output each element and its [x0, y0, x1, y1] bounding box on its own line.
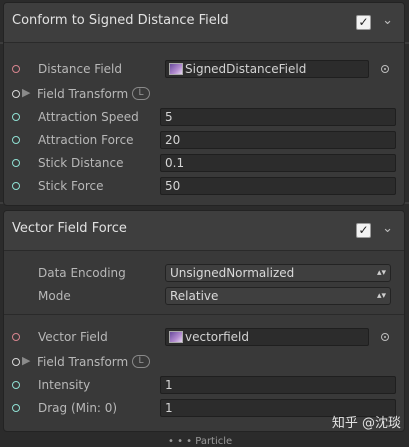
property-row-field-transform: ▶ Field Transform L: [4, 84, 404, 106]
block-title: Conform to Signed Distance Field: [12, 13, 229, 28]
distance-field-object-field[interactable]: SignedDistanceField: [165, 60, 369, 78]
property-label: Intensity: [38, 378, 91, 392]
dropdown-value: UnsignedNormalized: [170, 266, 295, 280]
property-label: Field Transform: [37, 87, 129, 101]
attraction-speed-input[interactable]: 5: [160, 108, 396, 126]
property-row-field-transform: ▶ Field Transform L: [4, 352, 404, 374]
enable-checkbox[interactable]: ✓: [356, 223, 371, 238]
vector-field-force-block[interactable]: Vector Field Force ✓ ⌄ Data Encoding Uns…: [3, 210, 405, 432]
input-port-icon[interactable]: [12, 358, 20, 366]
property-row-intensity: Intensity 1: [4, 375, 404, 397]
property-row-vector-field: Vector Field vectorfield: [4, 327, 404, 349]
local-space-badge[interactable]: L: [132, 87, 150, 100]
enable-checkbox[interactable]: ✓: [356, 15, 371, 30]
chevron-down-icon[interactable]: ⌄: [382, 221, 393, 236]
input-port-icon[interactable]: [12, 381, 20, 389]
watermark: 知乎 @沈琰: [331, 416, 401, 431]
setting-label: Mode: [38, 289, 71, 303]
property-row-stick-distance: Stick Distance 0.1: [4, 153, 404, 175]
property-label: Vector Field: [38, 330, 108, 344]
object-picker-icon[interactable]: [381, 65, 389, 73]
property-label: Stick Force: [38, 179, 104, 193]
stick-distance-input[interactable]: 0.1: [160, 154, 396, 172]
setting-row-data-encoding: Data Encoding UnsignedNormalized ▴▾: [4, 263, 404, 285]
input-port-icon[interactable]: [12, 65, 20, 73]
attraction-force-input[interactable]: 20: [160, 131, 396, 149]
local-space-badge[interactable]: L: [132, 355, 150, 368]
input-port-icon[interactable]: [12, 182, 20, 190]
setting-row-mode: Mode Relative ▴▾: [4, 286, 404, 308]
property-label: Attraction Force: [38, 133, 134, 147]
mode-dropdown[interactable]: Relative ▴▾: [165, 287, 391, 305]
chevron-down-icon[interactable]: ⌄: [382, 13, 393, 28]
input-port-icon[interactable]: [12, 404, 20, 412]
data-encoding-dropdown[interactable]: UnsignedNormalized ▴▾: [165, 264, 391, 282]
object-field-value: vectorfield: [185, 330, 249, 344]
input-port-icon[interactable]: [12, 159, 20, 167]
texture-icon: [169, 330, 183, 343]
property-label: Attraction Speed: [38, 110, 139, 124]
intensity-input[interactable]: 1: [160, 376, 396, 394]
input-port-icon[interactable]: [12, 136, 20, 144]
conform-sdf-block[interactable]: Conform to Signed Distance Field ✓ ⌄ Dis…: [3, 2, 405, 206]
property-row-attraction-speed: Attraction Speed 5: [4, 107, 404, 129]
property-row-distance-field: Distance Field SignedDistanceField: [4, 59, 404, 81]
object-field-value: SignedDistanceField: [185, 62, 307, 76]
object-picker-icon[interactable]: [381, 333, 389, 341]
expand-arrow-icon[interactable]: ▶: [22, 86, 30, 99]
section-divider: [4, 314, 404, 315]
property-label: Field Transform: [37, 355, 129, 369]
expand-arrow-icon[interactable]: ▶: [22, 354, 30, 367]
dropdown-arrows-icon: ▴▾: [376, 291, 386, 301]
property-label: Distance Field: [38, 62, 122, 76]
texture-icon: [169, 62, 183, 75]
input-port-icon[interactable]: [12, 113, 20, 121]
property-row-stick-force: Stick Force 50: [4, 176, 404, 198]
property-label: Drag (Min: 0): [38, 401, 118, 415]
stick-force-input[interactable]: 50: [160, 177, 396, 195]
block-header[interactable]: Conform to Signed Distance Field ✓ ⌄: [4, 3, 404, 43]
vector-field-object-field[interactable]: vectorfield: [165, 328, 369, 346]
block-header[interactable]: Vector Field Force ✓ ⌄: [4, 211, 404, 251]
dropdown-arrows-icon: ▴▾: [376, 268, 386, 278]
input-port-icon[interactable]: [12, 333, 20, 341]
block-title: Vector Field Force: [12, 221, 127, 236]
setting-label: Data Encoding: [38, 266, 126, 280]
property-row-attraction-force: Attraction Force 20: [4, 130, 404, 152]
dropdown-value: Relative: [170, 289, 219, 303]
input-port-icon[interactable]: [12, 90, 20, 98]
property-label: Stick Distance: [38, 156, 124, 170]
